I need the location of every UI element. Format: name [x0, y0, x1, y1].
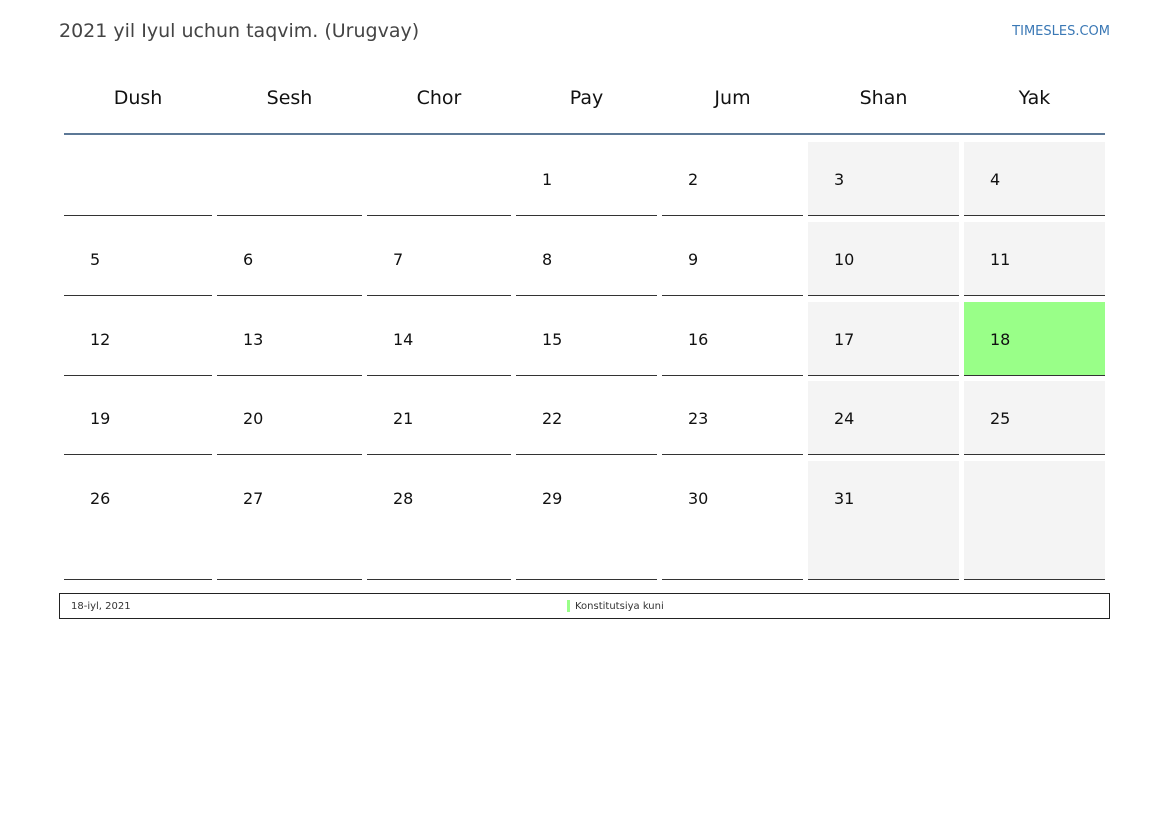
day-cell-12: 12 [64, 302, 212, 376]
day-cell-17: 17 [808, 302, 959, 376]
day-number: 13 [243, 330, 264, 349]
day-cell-9: 9 [662, 222, 803, 296]
day-cell-4: 4 [964, 142, 1105, 216]
day-number: 18 [990, 330, 1011, 349]
weekday-shan: Shan [859, 87, 908, 109]
day-cell-21: 21 [367, 381, 511, 455]
day-number: 3 [834, 170, 845, 189]
day-cell-13: 13 [217, 302, 362, 376]
day-number: 20 [243, 409, 264, 428]
legend-color-marker [567, 600, 570, 612]
day-cell-8: 8 [516, 222, 657, 296]
day-number: 22 [542, 409, 563, 428]
legend-date: 18-iyl, 2021 [71, 601, 131, 612]
day-cell-1: 1 [516, 142, 657, 216]
day-cell-2: 2 [662, 142, 803, 216]
weekday-chor: Chor [416, 87, 462, 109]
weekday-yak: Yak [1018, 87, 1051, 109]
day-cell-20: 20 [217, 381, 362, 455]
page-title: 2021 yil Iyul uchun taqvim. (Urugvay) [59, 20, 420, 42]
calendar: Dush Sesh Chor Pay Jum Shan Yak 12345678… [59, 70, 1110, 580]
day-number: 2 [688, 170, 699, 189]
day-number: 8 [542, 250, 553, 269]
day-cell-5: 5 [64, 222, 212, 296]
day-number: 26 [90, 489, 111, 508]
day-number: 14 [393, 330, 414, 349]
day-cell-18: 18 [964, 302, 1105, 376]
day-cell-30: 30 [662, 461, 803, 580]
day-cell-19: 19 [64, 381, 212, 455]
day-number: 16 [688, 330, 709, 349]
day-number: 28 [393, 489, 414, 508]
empty-day-cell [64, 142, 212, 216]
weekday-sesh: Sesh [266, 87, 313, 109]
empty-day-cell [367, 142, 511, 216]
day-number: 10 [834, 250, 855, 269]
day-number: 25 [990, 409, 1011, 428]
day-number: 19 [90, 409, 111, 428]
day-number: 11 [990, 250, 1011, 269]
weekday-header-row: Dush Sesh Chor Pay Jum Shan Yak [64, 70, 1105, 135]
day-cell-26: 26 [64, 461, 212, 580]
day-cell-31: 31 [808, 461, 959, 580]
day-cell-29: 29 [516, 461, 657, 580]
day-number: 6 [243, 250, 254, 269]
weekday-pay: Pay [569, 87, 604, 109]
day-cell-15: 15 [516, 302, 657, 376]
day-cell-3: 3 [808, 142, 959, 216]
day-cell-6: 6 [217, 222, 362, 296]
site-link[interactable]: TIMESLES.COM [1012, 24, 1110, 39]
day-number: 9 [688, 250, 699, 269]
day-number: 1 [542, 170, 553, 189]
empty-day-cell [964, 461, 1105, 580]
day-number: 31 [834, 489, 855, 508]
day-cell-27: 27 [217, 461, 362, 580]
day-cell-25: 25 [964, 381, 1105, 455]
day-number: 7 [393, 250, 404, 269]
day-number: 5 [90, 250, 101, 269]
day-number: 17 [834, 330, 855, 349]
day-number: 15 [542, 330, 563, 349]
day-number: 30 [688, 489, 709, 508]
day-number: 24 [834, 409, 855, 428]
day-number: 21 [393, 409, 414, 428]
day-cell-14: 14 [367, 302, 511, 376]
holiday-legend: 18-iyl, 2021 Konstitutsiya kuni [59, 593, 1110, 619]
weekday-dush: Dush [113, 87, 163, 109]
day-number: 23 [688, 409, 709, 428]
day-grid: 1 2 3 4 5 6 7 8 9 10 11 12 13 14 15 16 17 18 19 20 21 22 23 24 2… [59, 135, 1110, 580]
day-number: 12 [90, 330, 111, 349]
day-cell-23: 23 [662, 381, 803, 455]
day-number: 29 [542, 489, 563, 508]
legend-holiday-name: Konstitutsiya kuni [575, 601, 664, 612]
empty-day-cell [217, 142, 362, 216]
day-cell-11: 11 [964, 222, 1105, 296]
day-cell-7: 7 [367, 222, 511, 296]
day-cell-10: 10 [808, 222, 959, 296]
day-cell-24: 24 [808, 381, 959, 455]
day-number: 27 [243, 489, 264, 508]
day-cell-16: 16 [662, 302, 803, 376]
day-cell-28: 28 [367, 461, 511, 580]
day-number: 4 [990, 170, 1001, 189]
day-cell-22: 22 [516, 381, 657, 455]
weekday-jum: Jum [714, 87, 751, 109]
